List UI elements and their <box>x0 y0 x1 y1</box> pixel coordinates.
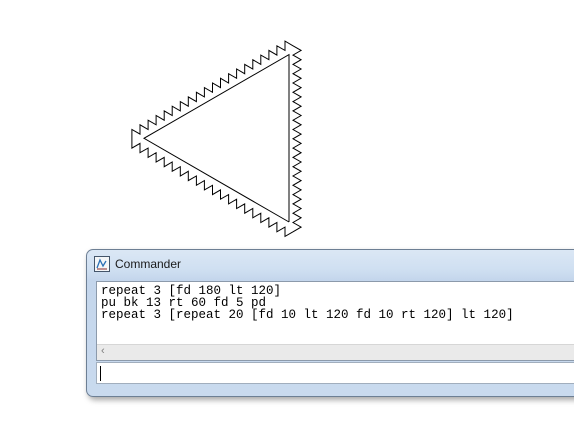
title-bar[interactable]: Commander <box>87 250 574 279</box>
commander-window: Commander repeat 3 [fd 180 lt 120] pu bk… <box>86 249 574 397</box>
horizontal-scrollbar[interactable]: ‹ <box>97 344 574 360</box>
history-lines: repeat 3 [fd 180 lt 120] pu bk 13 rt 60 … <box>101 285 514 322</box>
scroll-left-icon[interactable]: ‹ <box>101 345 105 357</box>
turtle-drawing <box>131 40 303 238</box>
zigzag-triangle-path <box>131 40 303 238</box>
inner-triangle-path <box>142 53 290 223</box>
text-caret <box>100 366 101 381</box>
logo-app-icon <box>94 256 110 272</box>
command-history[interactable]: repeat 3 [fd 180 lt 120] pu bk 13 rt 60 … <box>96 281 574 361</box>
window-title: Commander <box>115 257 182 271</box>
history-line[interactable]: repeat 3 [repeat 20 [fd 10 lt 120 fd 10 … <box>101 309 514 322</box>
command-input[interactable] <box>96 362 574 384</box>
